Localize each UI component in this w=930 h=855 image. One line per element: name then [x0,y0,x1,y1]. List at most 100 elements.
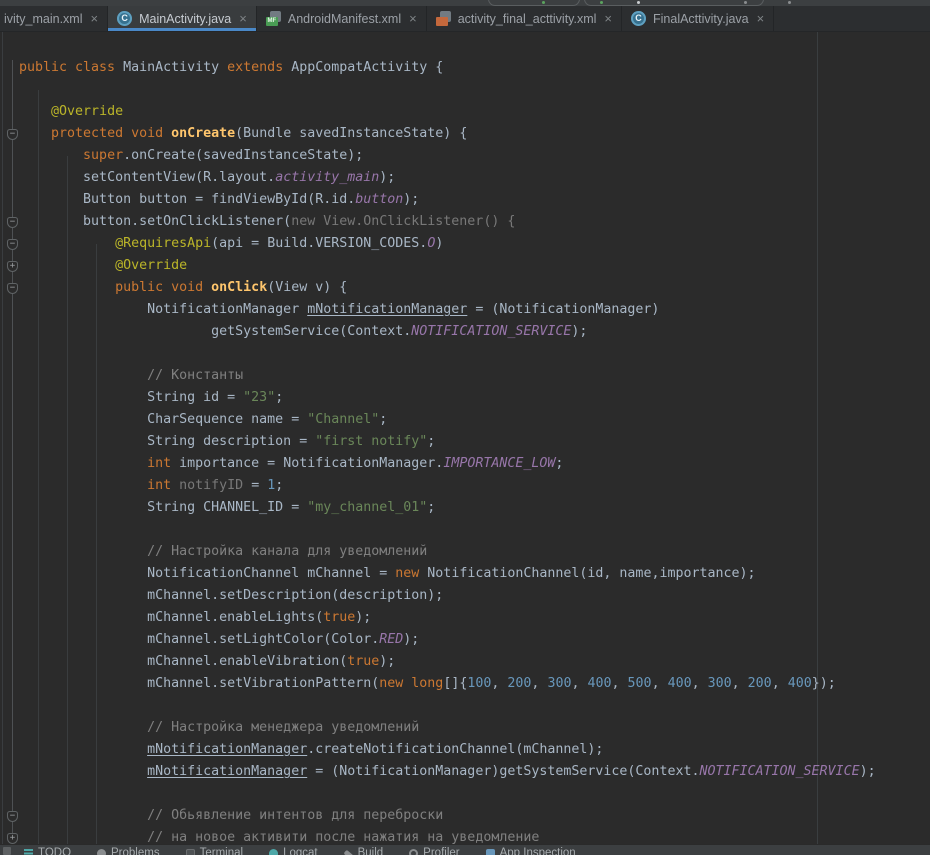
code-line-33[interactable]: mNotificationManager = (NotificationMana… [0,761,930,783]
code-token: true [323,610,355,625]
code-area[interactable]: public class MainActivity extends AppCom… [0,32,930,844]
code-line-22[interactable] [0,519,930,541]
code-line-21[interactable]: String CHANNEL_ID = "my_channel_01"; [0,497,930,519]
code-editor[interactable]: public class MainActivity extends AppCom… [0,32,930,844]
code-line-27[interactable]: mChannel.setLightColor(Color.RED); [0,629,930,651]
tool-window-button-terminal[interactable]: Terminal [186,847,243,855]
fold-plus-icon[interactable]: + [7,261,18,272]
code-line-20[interactable]: int notifyID = 1; [0,475,930,497]
code-line-28[interactable]: mChannel.enableVibration(true); [0,651,930,673]
code-token: protected void [51,126,171,141]
code-line-29[interactable]: mChannel.setVibrationPattern(new long[]{… [0,673,930,695]
code-line-32[interactable]: mNotificationManager.createNotificationC… [0,739,930,761]
code-token: NotificationManager [147,302,307,317]
tab-mainactivity-java[interactable]: CMainActivity.java× [108,6,257,31]
code-line-34[interactable] [0,783,930,805]
code-token: 300 [708,676,732,691]
tab-close-icon[interactable]: × [91,12,99,25]
code-token: ; [275,478,283,493]
code-token: onCreate [171,126,235,141]
code-token: ); [379,170,395,185]
code-token: ; [379,412,387,427]
code-line-17[interactable]: CharSequence name = "Channel"; [0,409,930,431]
code-line-2[interactable] [0,79,930,101]
code-line-13[interactable]: getSystemService(Context.NOTIFICATION_SE… [0,321,930,343]
code-line-30[interactable] [0,695,930,717]
code-token: // на новое активити после нажатия на ув… [147,830,539,844]
code-line-12[interactable]: NotificationManager mNotificationManager… [0,299,930,321]
code-token: 100 [467,676,491,691]
code-line-11[interactable]: public void onClick(View v) { [0,277,930,299]
code-token: activity_main [275,170,379,185]
tab-ivity-main-xml[interactable]: ivity_main.xml× [0,6,108,31]
code-line-31[interactable]: // Настройка менеджера уведомлений [0,717,930,739]
fold-minus-icon[interactable]: − [7,239,18,250]
tool-window-button-problems[interactable]: Problems [97,847,160,855]
tool-window-buttons: TODO Problems Terminal Logcat Build Profiler A… [0,845,930,855]
code-token: MainActivity [123,60,227,75]
code-line-4[interactable]: protected void onCreate(Bundle savedInst… [0,123,930,145]
tab-close-icon[interactable]: × [409,12,417,25]
code-line-5[interactable]: super.onCreate(savedInstanceState); [0,145,930,167]
code-token: []{ [443,676,467,691]
code-line-10[interactable]: @Override [0,255,930,277]
code-line-3[interactable]: @Override [0,101,930,123]
tool-window-button-profiler[interactable]: Profiler [409,847,459,855]
tool-window-button-todo[interactable]: TODO [24,847,71,855]
code-token: NOTIFICATION_SERVICE [411,324,571,339]
code-line-36[interactable]: // на новое активити после нажатия на ув… [0,827,930,844]
fold-minus-icon[interactable]: − [7,129,18,140]
code-token: 200 [507,676,531,691]
fold-minus-icon[interactable]: − [7,811,18,822]
tab-close-icon[interactable]: × [757,12,765,25]
fold-minus-icon[interactable]: − [7,217,18,228]
code-token: // Обьявление интентов для переброски [147,808,443,823]
code-line-25[interactable]: mChannel.setDescription(description); [0,585,930,607]
code-token: NotificationChannel mChannel = [147,566,395,581]
code-token: Button button = findViewById(R.id. [83,192,355,207]
code-line-35[interactable]: // Обьявление интентов для переброски [0,805,930,827]
code-token: 400 [788,676,812,691]
tab-close-icon[interactable]: × [239,12,247,25]
code-token: , [491,676,507,691]
code-token: 500 [628,676,652,691]
tool-window-button-logcat[interactable]: Logcat [269,847,318,855]
code-line-23[interactable]: // Настройка канала для уведомлений [0,541,930,563]
code-token: String CHANNEL_ID = [147,500,307,515]
code-token: ); [403,192,419,207]
code-token: }); [812,676,836,691]
code-line-15[interactable]: // Константы [0,365,930,387]
code-line-18[interactable]: String description = "first notify"; [0,431,930,453]
tool-window-button-label: TODO [38,847,71,855]
tab-label: FinalActtivity.java [653,12,749,26]
code-line-19[interactable]: int importance = NotificationManager.IMP… [0,453,930,475]
code-token: mNotificationManager [307,302,467,317]
run-icon[interactable] [542,1,545,4]
code-line-26[interactable]: mChannel.enableLights(true); [0,607,930,629]
tab-finalacttivity-java[interactable]: CFinalActtivity.java× [622,6,774,31]
code-line-24[interactable]: NotificationChannel mChannel = new Notif… [0,563,930,585]
code-line-6[interactable]: setContentView(R.layout.activity_main); [0,167,930,189]
code-line-1[interactable]: public class MainActivity extends AppCom… [0,57,930,79]
tool-window-button-build[interactable]: Build [344,847,384,855]
tab-androidmanifest-xml[interactable]: MFAndroidManifest.xml× [257,6,427,31]
tool-window-button-app-inspection[interactable]: App Inspection [486,847,576,855]
code-line-16[interactable]: String id = "23"; [0,387,930,409]
window-corner-icon[interactable] [3,847,11,855]
code-token: mNotificationManager [147,742,307,757]
code-line-9[interactable]: @RequiresApi(api = Build.VERSION_CODES.O… [0,233,930,255]
fold-plus-icon[interactable]: + [7,833,18,844]
app-inspection-icon [486,849,495,855]
code-line-14[interactable] [0,343,930,365]
code-line-8[interactable]: button.setOnClickListener(new View.OnCli… [0,211,930,233]
code-token: , [531,676,547,691]
fold-minus-icon[interactable]: − [7,283,18,294]
tab-close-icon[interactable]: × [604,12,612,25]
debug-icon[interactable] [600,1,603,4]
code-token: mChannel.enableLights( [147,610,323,625]
problems-icon [97,849,106,855]
code-token: ); [355,610,371,625]
tab-activity-final-acttivity-xml[interactable]: activity_final_acttivity.xml× [427,6,622,31]
code-line-7[interactable]: Button button = findViewById(R.id.button… [0,189,930,211]
toolbar-dot-icon [788,1,791,4]
